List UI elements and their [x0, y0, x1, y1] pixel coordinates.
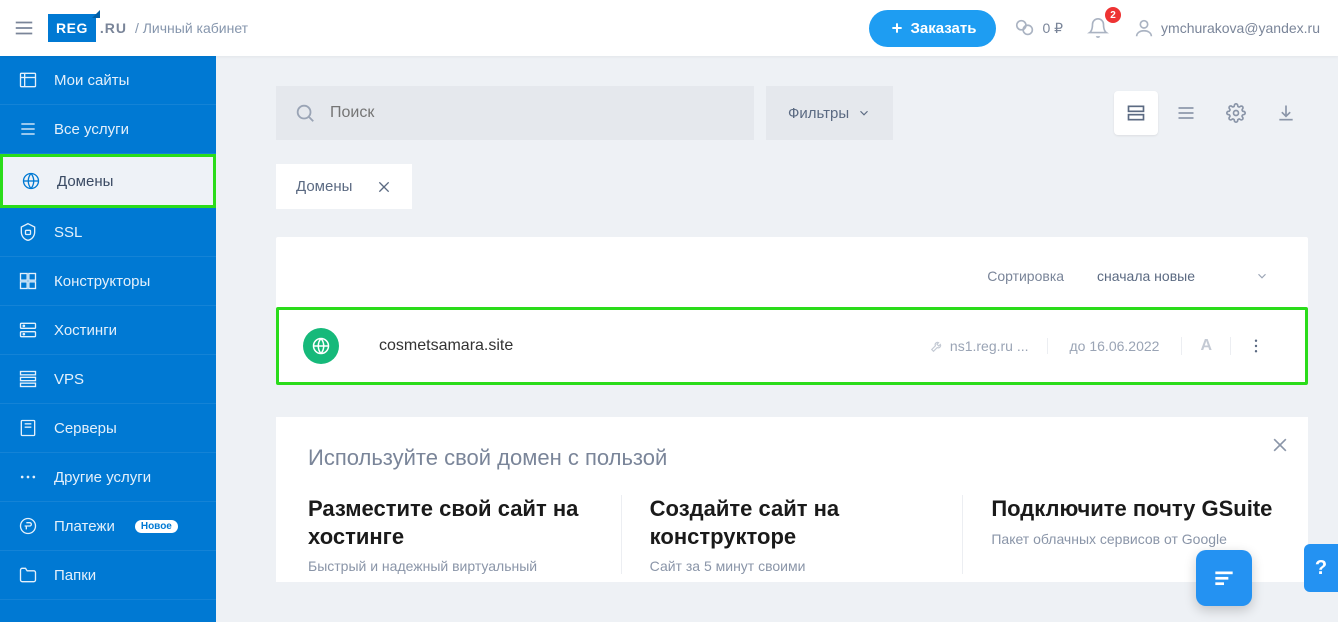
chevron-down-icon — [1255, 269, 1269, 283]
sidebar-item-ssl[interactable]: SSL — [0, 208, 216, 257]
sidebar-item-hosting[interactable]: Хостинги — [0, 306, 216, 355]
promo-col-hosting[interactable]: Разместите свой сайт на хостинге Быстрый… — [308, 495, 622, 574]
download-button[interactable] — [1264, 91, 1308, 135]
view-cards-button[interactable] — [1114, 91, 1158, 135]
sidebar-item-payments[interactable]: Платежи Новое — [0, 502, 216, 551]
sidebar-item-label: VPS — [54, 371, 84, 388]
promo-desc: Сайт за 5 минут своими — [650, 558, 935, 574]
sidebar-item-label: Папки — [54, 567, 96, 584]
sidebar-item-my-sites[interactable]: Мои сайты — [0, 56, 216, 105]
sort-select[interactable]: сначала новые — [1082, 257, 1284, 295]
domain-name: cosmetsamara.site — [379, 337, 912, 355]
filters-label: Фильтры — [788, 105, 849, 122]
promo-title: Подключите почту GSuite — [991, 495, 1276, 523]
promo-title: Создайте сайт на конструкторе — [650, 495, 935, 550]
sidebar-item-label: Домены — [57, 173, 113, 190]
sidebar-item-other-services[interactable]: Другие услуги — [0, 453, 216, 502]
chevron-down-icon — [857, 106, 871, 120]
breadcrumb: / Личный кабинет — [135, 20, 248, 36]
sidebar-item-label: Хостинги — [54, 322, 117, 339]
balance-value: 0 ₽ — [1042, 20, 1063, 37]
promo-col-builder[interactable]: Создайте сайт на конструкторе Сайт за 5 … — [622, 495, 964, 574]
promo-desc: Быстрый и надежный виртуальный — [308, 558, 593, 574]
sidebar-item-builders[interactable]: Конструкторы — [0, 257, 216, 306]
sidebar-item-label: SSL — [54, 224, 82, 241]
sort-value: сначала новые — [1097, 268, 1195, 284]
close-icon[interactable] — [1270, 435, 1290, 455]
wrench-icon — [930, 339, 944, 353]
chat-fab[interactable] — [1196, 550, 1252, 606]
view-list-button[interactable] — [1164, 91, 1208, 135]
notifications-badge: 2 — [1105, 7, 1121, 23]
sidebar-item-label: Мои сайты — [54, 72, 129, 89]
chip-label: Домены — [296, 178, 352, 195]
search-box[interactable] — [276, 86, 754, 140]
sort-label: Сортировка — [987, 268, 1064, 284]
domain-actions-menu[interactable] — [1230, 337, 1281, 355]
chat-icon — [1211, 565, 1237, 591]
globe-icon — [303, 328, 339, 364]
sidebar-item-all-services[interactable]: Все услуги — [0, 105, 216, 154]
sidebar-item-folders[interactable]: Папки — [0, 551, 216, 600]
user-menu[interactable]: ymchurakova@yandex.ru — [1127, 13, 1326, 43]
more-vertical-icon — [1247, 337, 1265, 355]
sidebar-item-label: Серверы — [54, 420, 117, 437]
domain-row[interactable]: cosmetsamara.site ns1.reg.ru ... до 16.0… — [276, 307, 1308, 385]
promo-title: Разместите свой сайт на хостинге — [308, 495, 593, 550]
header: REG.RU / Личный кабинет Заказать 0 ₽ 2 y… — [0, 0, 1338, 56]
filter-chip-domains[interactable]: Домены — [276, 164, 412, 209]
order-button-label: Заказать — [911, 20, 977, 37]
sidebar-item-label: Другие услуги — [54, 469, 151, 486]
order-button[interactable]: Заказать — [869, 10, 997, 47]
notifications-button[interactable]: 2 — [1081, 13, 1115, 43]
sidebar-item-domains[interactable]: Домены — [0, 154, 216, 208]
domain-ns: ns1.reg.ru ... — [912, 338, 1047, 354]
domains-panel: Сортировка сначала новые cosmetsamara.si… — [276, 237, 1308, 385]
sidebar: Мои сайты Все услуги Домены SSL Конструк… — [0, 56, 216, 622]
sidebar-item-label: Все услуги — [54, 121, 129, 138]
balance[interactable]: 0 ₽ — [1008, 13, 1069, 43]
promo-heading: Используйте свой домен с пользой — [308, 445, 1276, 471]
main-content: Фильтры Домены Сортировка сначала новые — [216, 56, 1338, 622]
menu-toggle-icon[interactable] — [12, 16, 36, 40]
search-icon — [294, 102, 316, 124]
logo[interactable]: REG.RU — [48, 14, 127, 42]
sidebar-item-label: Платежи — [54, 518, 115, 535]
domain-expiry: до 16.06.2022 — [1047, 338, 1182, 354]
sidebar-item-label: Конструкторы — [54, 273, 150, 290]
settings-button[interactable] — [1214, 91, 1258, 135]
filters-button[interactable]: Фильтры — [766, 86, 893, 140]
help-tab[interactable]: ? — [1304, 544, 1338, 592]
toolbar: Фильтры — [276, 86, 1308, 140]
promo-desc: Пакет облачных сервисов от Google — [991, 531, 1276, 547]
domain-record-type: A — [1181, 337, 1230, 355]
promo-banner: Используйте свой домен с пользой Размест… — [276, 417, 1308, 582]
sidebar-item-vps[interactable]: VPS — [0, 355, 216, 404]
sidebar-item-servers[interactable]: Серверы — [0, 404, 216, 453]
user-email: ymchurakova@yandex.ru — [1161, 20, 1320, 36]
close-icon[interactable] — [376, 179, 392, 195]
new-badge: Новое — [135, 520, 178, 533]
search-input[interactable] — [330, 104, 736, 122]
